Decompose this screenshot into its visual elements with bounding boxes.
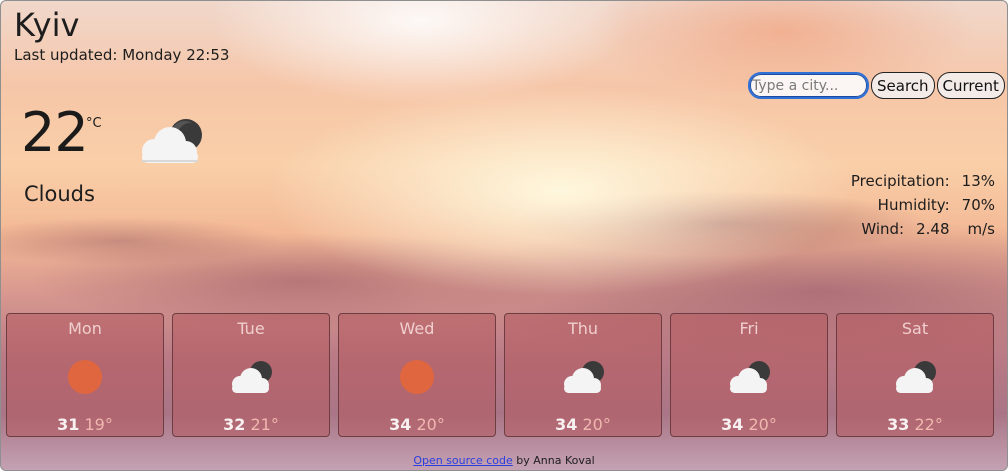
forecast-day-name: Wed: [399, 319, 435, 338]
forecast-temps: 34 20°: [339, 415, 495, 434]
sun-icon: [400, 360, 434, 394]
search-button[interactable]: Search: [871, 72, 935, 99]
detail-value: 2.48: [916, 220, 950, 238]
forecast-row: Mon 31 19° Tue 32 21° Wed 34 20° Thu 34 …: [6, 313, 994, 437]
forecast-max: 31: [57, 415, 80, 434]
forecast-day-name: Tue: [237, 319, 265, 338]
detail-humidity: Humidity: 70%: [851, 193, 995, 217]
forecast-day: Wed 34 20°: [338, 313, 496, 437]
forecast-day-name: Sat: [901, 319, 929, 338]
detail-label: Precipitation:: [850, 172, 950, 190]
forecast-day: Fri 34 20°: [670, 313, 828, 437]
forecast-temps: 34 20°: [671, 415, 827, 434]
forecast-temps: 34 20°: [505, 415, 661, 434]
current-temperature: 22: [21, 101, 89, 164]
forecast-day: Sat 33 22°: [836, 313, 994, 437]
forecast-max: 34: [389, 415, 412, 434]
weather-details: Precipitation: 13% Humidity: 70% Wind: 2…: [851, 169, 995, 241]
detail-unit: m/s: [967, 220, 995, 238]
forecast-day: Mon 31 19°: [6, 313, 164, 437]
footer-byline: by Anna Koval: [512, 454, 595, 467]
detail-wind: Wind: 2.48 m/s: [851, 217, 995, 241]
current-location-button[interactable]: Current: [936, 72, 1005, 99]
forecast-day-name: Thu: [567, 319, 599, 338]
forecast-max: 34: [721, 415, 744, 434]
forecast-temps: 31 19°: [7, 415, 163, 434]
cloud-moon-icon: [564, 361, 604, 393]
forecast-min: 22°: [914, 415, 943, 434]
forecast-max: 32: [223, 415, 246, 434]
search-form: Search Current: [748, 72, 1005, 99]
forecast-day-name: Fri: [739, 319, 759, 338]
forecast-min: 21°: [250, 415, 279, 434]
forecast-min: 20°: [582, 415, 611, 434]
forecast-temps: 33 22°: [837, 415, 993, 434]
forecast-day: Thu 34 20°: [504, 313, 662, 437]
forecast-min: 20°: [416, 415, 445, 434]
weather-app: Kyiv Last updated: Monday 22:53 Search C…: [0, 0, 1008, 471]
source-code-link[interactable]: Open source code: [413, 454, 512, 467]
cloud-moon-icon: [896, 361, 936, 393]
city-search-input[interactable]: [748, 72, 869, 99]
forecast-day: Tue 32 21°: [172, 313, 330, 437]
detail-precipitation: Precipitation: 13%: [851, 169, 995, 193]
cloud-moon-icon: [232, 361, 272, 393]
sun-icon: [68, 360, 102, 394]
detail-value: 70%: [961, 196, 995, 214]
forecast-max: 34: [555, 415, 578, 434]
city-name: Kyiv: [14, 6, 80, 44]
detail-label: Humidity:: [877, 196, 950, 214]
cloud-moon-icon: [730, 361, 770, 393]
detail-value: 13%: [961, 172, 995, 190]
weather-description: Clouds: [24, 182, 95, 206]
cloud-moon-icon: [142, 119, 202, 163]
forecast-temps: 32 21°: [173, 415, 329, 434]
forecast-max: 33: [887, 415, 910, 434]
temperature-unit: °C: [86, 116, 102, 131]
forecast-min: 19°: [84, 415, 113, 434]
footer: Open source code by Anna Koval: [1, 454, 1007, 467]
last-updated: Last updated: Monday 22:53: [14, 46, 230, 64]
forecast-min: 20°: [748, 415, 777, 434]
detail-label: Wind:: [861, 220, 905, 238]
forecast-day-name: Mon: [68, 319, 102, 338]
